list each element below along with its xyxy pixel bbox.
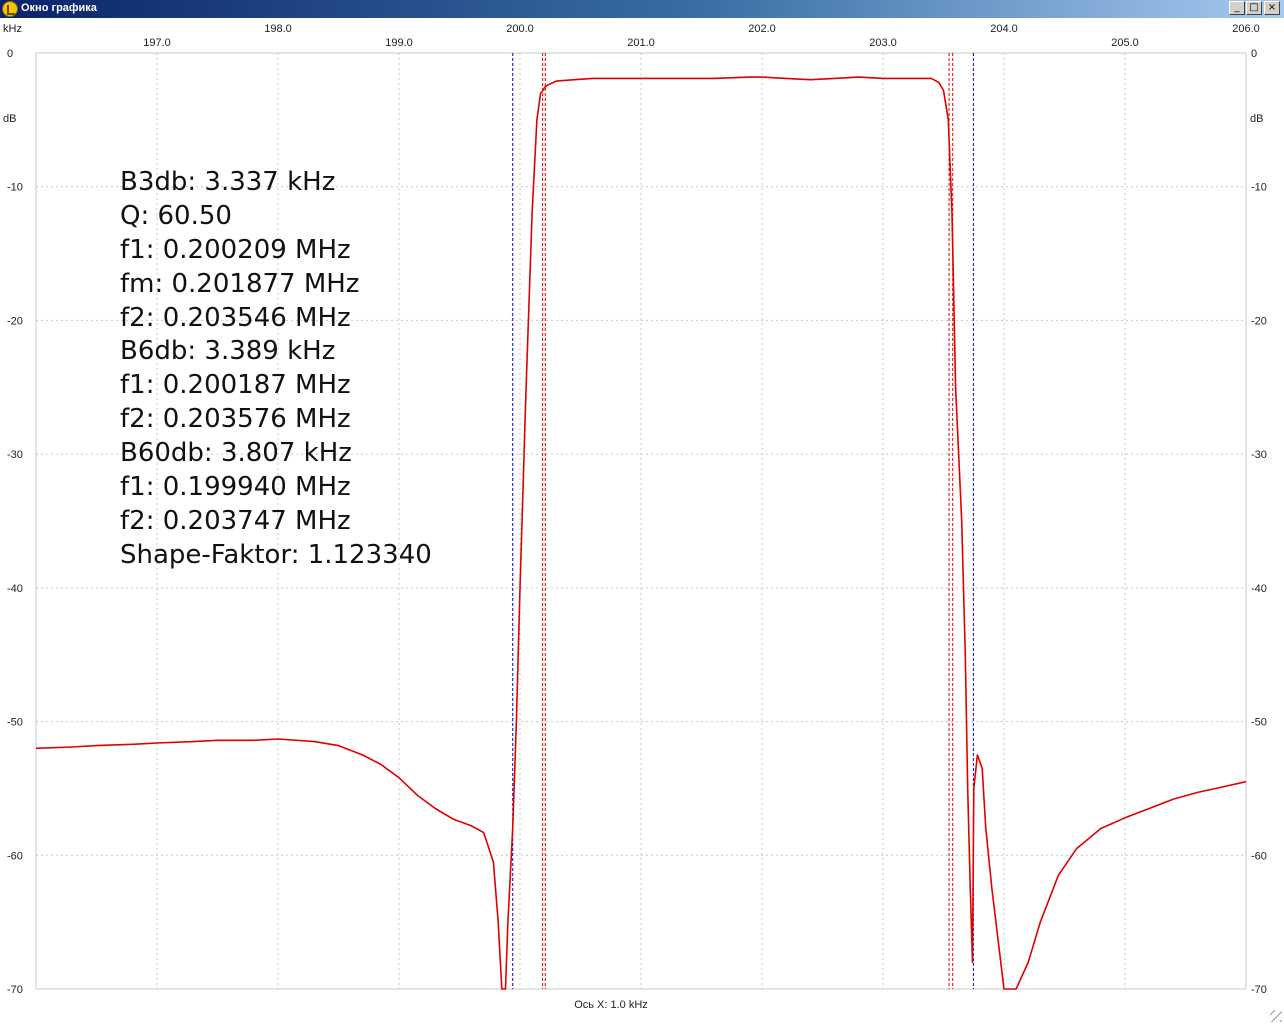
stat-b60db-f2: f2: 0.203747 MHz [120,505,351,536]
x-tick-label: 198.0 [264,23,292,35]
y-tick-label-left: -30 [7,449,23,461]
stat-q: Q: 60.50 [120,200,232,231]
y-tick-label-left: -70 [7,984,23,996]
x-tick-label: 197.0 [143,37,171,49]
stat-fm: fm: 0.201877 MHz [120,268,360,299]
maximize-button[interactable]: □ [1246,1,1262,15]
y-tick-label-right: -50 [1251,717,1267,729]
resize-grip[interactable] [1270,1010,1282,1022]
stat-b3db-f2: f2: 0.203546 MHz [120,302,351,333]
filter-measurements: B3db: 3.337 kHz Q: 60.50 f1: 0.200209 MH… [120,166,432,573]
stat-b6db-f2: f2: 0.203576 MHz [120,404,351,435]
stat-b3db: B3db: 3.337 kHz [120,167,336,197]
x-tick-label: 205.0 [1111,37,1139,49]
y-tick-label-left: -40 [7,583,23,595]
y-tick-label-left: 0 [7,48,13,60]
cursor-markers [512,53,974,989]
x-tick-label: 204.0 [990,23,1018,35]
stat-b6db: B6db: 3.389 kHz [120,336,336,367]
stat-b6db-f1: f1: 0.200187 MHz [120,370,351,401]
close-button[interactable]: × [1264,1,1280,15]
stat-b3db-f1: f1: 0.200209 MHz [120,234,351,265]
stat-b60db-f1: f1: 0.199940 MHz [120,472,351,503]
y-tick-label-right: -70 [1251,984,1267,996]
stat-b60db: B60db: 3.807 kHz [120,438,352,469]
minimize-button[interactable]: _ [1229,1,1245,15]
y-tick-label-right: -40 [1251,583,1267,595]
x-tick-label: 203.0 [869,37,897,49]
y-unit-label-left: dB [3,113,16,125]
x-tick-label: 201.0 [627,37,655,49]
x-tick-label: 206.0 [1232,23,1260,35]
y-tick-label-right: -20 [1251,315,1267,327]
y-tick-label-left: -50 [7,717,23,729]
y-tick-label-left: -10 [7,182,23,194]
y-tick-label-right: -30 [1251,449,1267,461]
x-unit-label: kHz [3,23,22,35]
x-tick-label: 200.0 [506,23,534,35]
x-axis-caption: Ось X: 1.0 kHz [574,999,648,1011]
y-tick-label-left: -20 [7,315,23,327]
x-tick-label: 199.0 [385,37,413,49]
y-tick-label-right: -10 [1251,182,1267,194]
y-tick-label-left: -60 [7,850,23,862]
window-title: Окно графика [21,2,97,14]
y-tick-label-right: 0 [1251,48,1257,60]
app-icon [2,1,18,17]
y-tick-label-right: -60 [1251,850,1267,862]
window-title-bar[interactable]: Окно графика _ □ × [0,0,1284,18]
y-unit-label-right: dB [1250,113,1263,125]
stat-shape-factor: Shape-Faktor: 1.123340 [120,539,432,570]
x-tick-label: 202.0 [748,23,776,35]
